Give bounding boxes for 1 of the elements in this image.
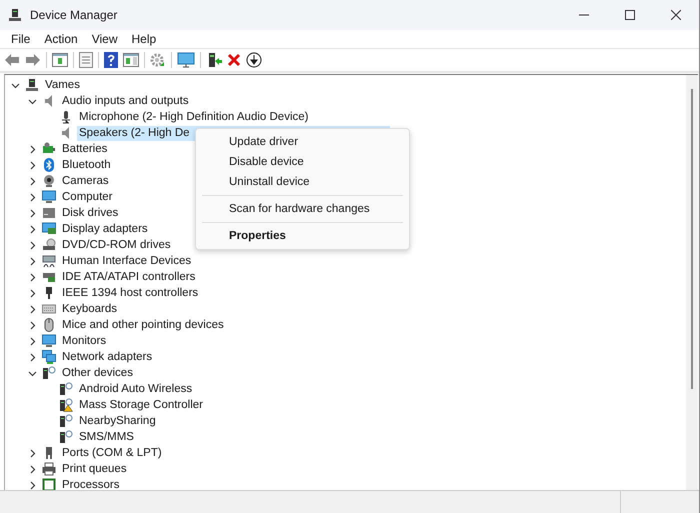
window-title: Device Manager [30, 8, 118, 22]
